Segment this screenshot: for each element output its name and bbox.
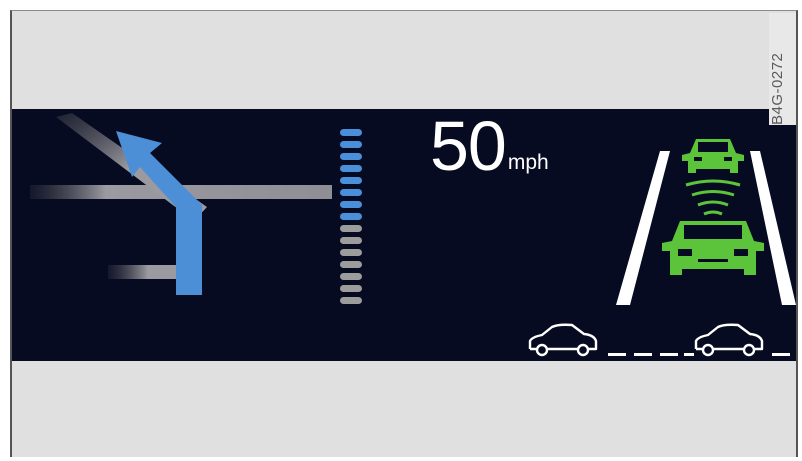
bar-segment-inactive (340, 273, 362, 280)
lead-vehicle-icon (682, 139, 744, 173)
bar-segment-inactive (340, 249, 362, 256)
own-vehicle-icon (662, 221, 764, 275)
speed-readout: 50mph (430, 111, 549, 201)
bar-segment-active (340, 129, 362, 136)
figure-code: B4G-0272 (769, 13, 796, 125)
bar-segment-active (340, 153, 362, 160)
radar-waves-icon (685, 179, 741, 216)
distance-segment-bar (340, 129, 362, 304)
bar-segment-inactive (340, 225, 362, 232)
driver-info-display: 50mph (12, 109, 796, 361)
bar-segment-active (340, 177, 362, 184)
adaptive-cruise-graphic (616, 139, 796, 305)
bar-segment-inactive (340, 285, 362, 292)
bar-segment-active (340, 213, 362, 220)
bar-segment-active (340, 201, 362, 208)
bar-segment-active (340, 165, 362, 172)
car-gap-icon (528, 323, 790, 357)
turn-left-arrow-icon (30, 113, 332, 295)
bar-segment-active (340, 189, 362, 196)
instrument-cluster-frame: B4G-0272 50mph (10, 10, 798, 457)
bar-segment-inactive (340, 297, 362, 304)
speed-value: 50 (430, 109, 507, 185)
speed-unit: mph (507, 151, 549, 174)
bar-segment-inactive (340, 261, 362, 268)
bar-segment-active (340, 141, 362, 148)
bar-segment-inactive (340, 237, 362, 244)
